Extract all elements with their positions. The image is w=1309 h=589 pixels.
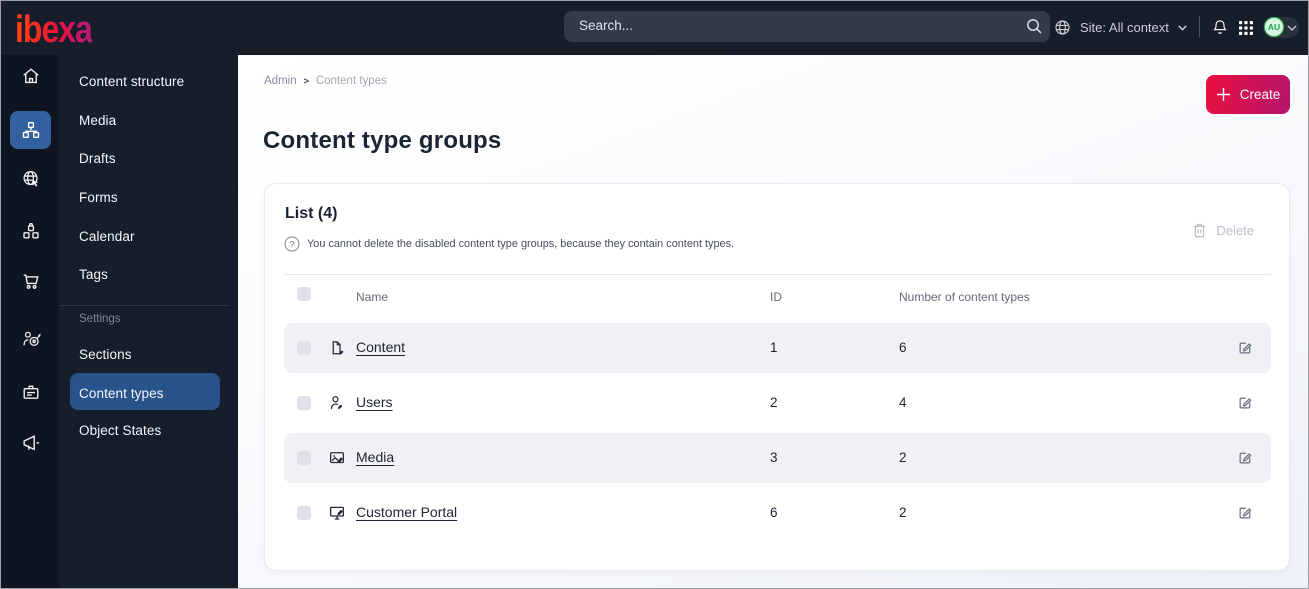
svg-text:?: ? [289, 239, 294, 250]
